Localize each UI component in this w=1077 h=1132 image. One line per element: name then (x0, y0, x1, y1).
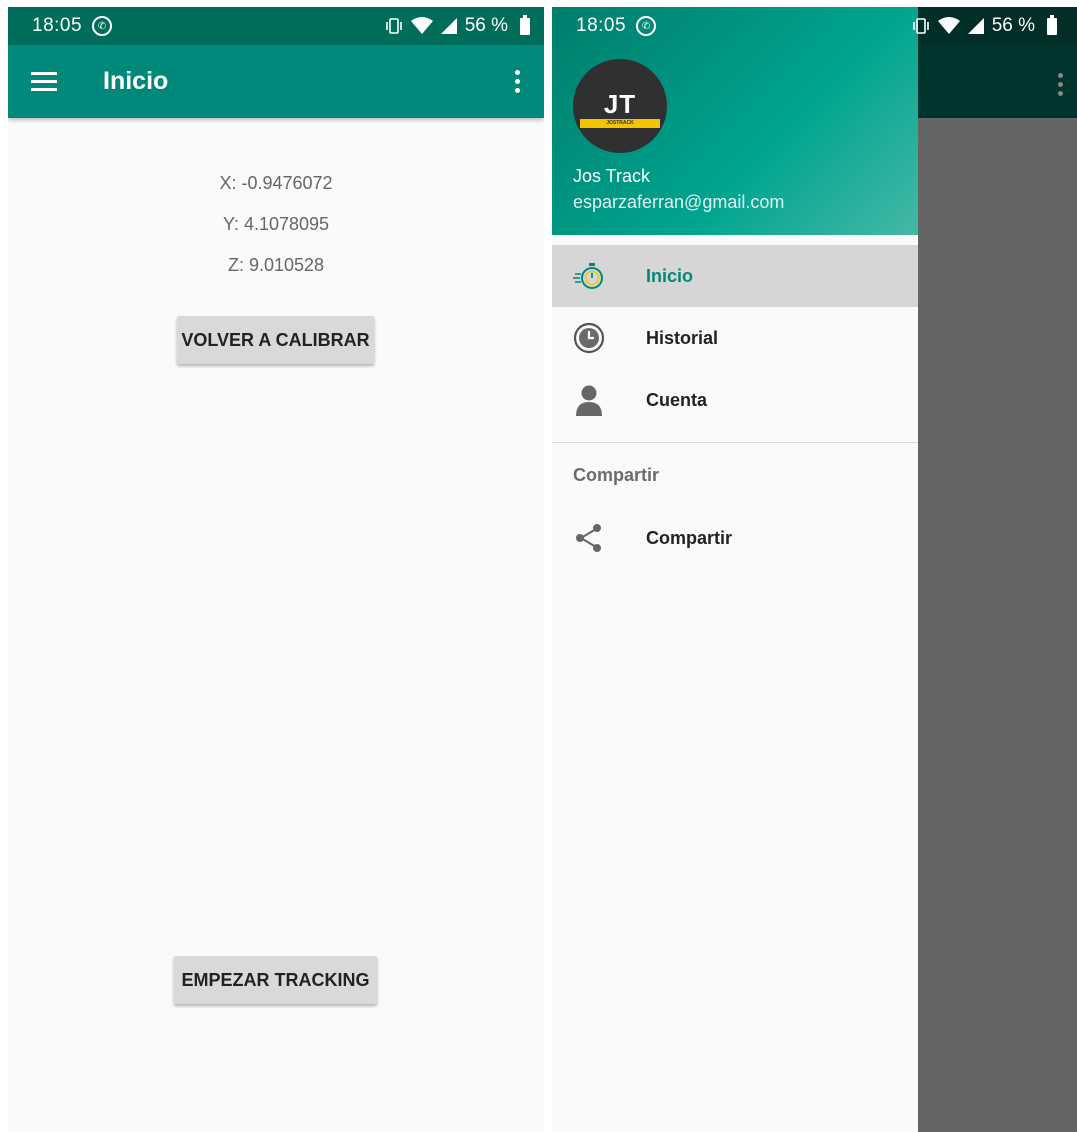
status-right-group: 56 % (385, 14, 530, 37)
wifi-icon (410, 17, 433, 34)
sensor-z-value: Z: 9.010528 (227, 255, 325, 275)
wifi-icon (937, 17, 960, 34)
battery-percent: 56 % (991, 15, 1035, 36)
status-time: 18:05 (32, 15, 83, 36)
navigation-drawer: JT JOSTRACK Jos Track esparzaferran@gmai… (552, 7, 918, 1132)
menu-icon[interactable] (31, 67, 57, 96)
section-title: Compartir (573, 464, 660, 485)
drawer-item-historial[interactable]: Historial (552, 307, 918, 369)
battery-icon (520, 14, 530, 35)
status-time: 18:05 (576, 15, 627, 36)
status-bar: 18:05 ✆ 56 % (8, 7, 544, 45)
recalibrate-button[interactable]: VOLVER A CALIBRAR (177, 316, 374, 364)
stopwatch-icon (572, 259, 606, 293)
drawer-item-compartir[interactable]: Compartir (552, 507, 918, 569)
signal-icon (967, 18, 984, 34)
whatsapp-notification-icon: ✆ (636, 16, 657, 36)
status-bar: 18:05 ✆ 56 % (552, 7, 1077, 45)
user-name: Jos Track (573, 166, 651, 186)
avatar-initials: JT (603, 88, 637, 119)
drawer-item-label: Inicio (646, 265, 694, 286)
vibrate-icon (385, 18, 402, 34)
user-email: esparzaferran@gmail.com (573, 192, 785, 212)
battery-icon (1047, 14, 1057, 35)
drawer-item-label: Compartir (646, 527, 733, 548)
drawer-item-cuenta[interactable]: Cuenta (552, 369, 918, 431)
drawer-item-inicio[interactable]: Inicio (552, 245, 918, 307)
dimmed-overflow-icon (1058, 73, 1063, 96)
drawer-item-label: Historial (646, 327, 719, 348)
battery-percent: 56 % (464, 15, 508, 36)
avatar-caption: JOSTRACK (580, 118, 660, 128)
whatsapp-notification-icon: ✆ (92, 16, 113, 36)
history-clock-icon (572, 321, 606, 355)
avatar[interactable]: JT JOSTRACK (573, 59, 667, 153)
sensor-y-value: Y: 4.1078095 (222, 214, 330, 234)
main-screen: 18:05 ✆ 56 % Inicio X: -0.9476072 Y: 4.1… (8, 7, 544, 1132)
sensor-x-value: X: -0.9476072 (219, 173, 333, 193)
vibrate-icon (912, 18, 929, 34)
page-title: Inicio (103, 67, 169, 95)
overflow-menu-icon[interactable] (515, 70, 520, 93)
drawer-item-label: Cuenta (646, 389, 708, 410)
person-icon (572, 383, 606, 417)
start-tracking-button[interactable]: EMPEZAR TRACKING (174, 956, 377, 1004)
signal-icon (440, 18, 457, 34)
share-icon (572, 521, 606, 555)
status-right-group: 56 % (912, 14, 1057, 37)
drawer-menu: Inicio Historial Cuenta Compartir Compar… (552, 245, 918, 569)
main-content: X: -0.9476072 Y: 4.1078095 Z: 9.010528 V… (8, 118, 544, 1132)
app-bar: Inicio (8, 45, 544, 118)
drawer-screen: 18:05 ✆ 56 % JT JOSTRACK Jos Track espar… (552, 7, 1077, 1132)
